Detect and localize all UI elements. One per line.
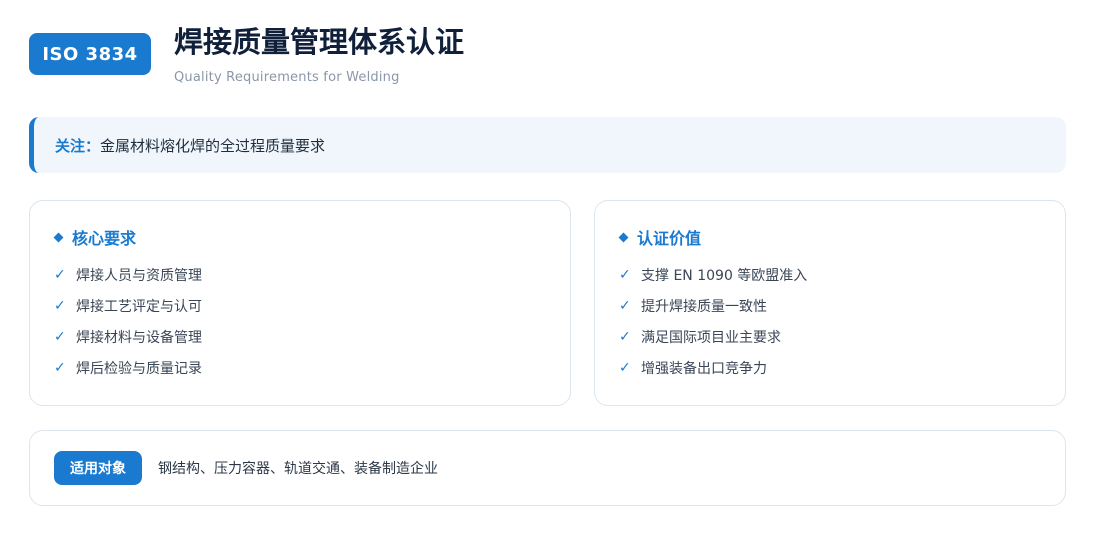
header: ISO 3834 焊接质量管理体系认证 Quality Requirements…	[29, 22, 1066, 102]
list-item: ✓ 焊接材料与设备管理	[54, 321, 570, 352]
list-item: ✓ 支撑 EN 1090 等欧盟准入	[619, 259, 1065, 290]
page-title: 焊接质量管理体系认证	[174, 25, 465, 59]
certification-value-card: 认证价值 ✓ 支撑 EN 1090 等欧盟准入 ✓ 提升焊接质量一致性 ✓ 满足…	[594, 200, 1066, 406]
list-item-text: 焊接人员与资质管理	[76, 267, 202, 284]
applicable-bar: 适用对象 钢结构、压力容器、轨道交通、装备制造企业	[29, 430, 1066, 506]
list-item-text: 支撑 EN 1090 等欧盟准入	[641, 267, 808, 284]
iso-badge: ISO 3834	[29, 33, 151, 75]
focus-label: 关注：	[55, 136, 101, 155]
check-icon: ✓	[54, 297, 66, 314]
focus-banner: 关注： 金属材料熔化焊的全过程质量要求	[29, 117, 1066, 173]
page: ISO 3834 焊接质量管理体系认证 Quality Requirements…	[0, 0, 1095, 534]
list-item-text: 增强装备出口竞争力	[641, 360, 767, 377]
diamond-icon	[53, 232, 64, 242]
check-icon: ✓	[619, 328, 631, 345]
check-icon: ✓	[54, 266, 66, 283]
applicable-text: 钢结构、压力容器、轨道交通、装备制造企业	[158, 461, 438, 477]
list-item-text: 满足国际项目业主要求	[641, 329, 781, 346]
certification-value-list: ✓ 支撑 EN 1090 等欧盟准入 ✓ 提升焊接质量一致性 ✓ 满足国际项目业…	[619, 259, 1065, 383]
diamond-icon	[618, 232, 629, 242]
core-requirements-list: ✓ 焊接人员与资质管理 ✓ 焊接工艺评定与认可 ✓ 焊接材料与设备管理 ✓ 焊后…	[54, 259, 570, 383]
applicable-badge: 适用对象	[54, 451, 142, 485]
list-item: ✓ 焊接工艺评定与认可	[54, 290, 570, 321]
certification-value-heading: 认证价值	[637, 229, 702, 248]
check-icon: ✓	[619, 359, 631, 376]
core-requirements-title: 核心要求	[53, 225, 570, 249]
title-block: 焊接质量管理体系认证 Quality Requirements for Weld…	[174, 22, 465, 86]
cards-row: 核心要求 ✓ 焊接人员与资质管理 ✓ 焊接工艺评定与认可 ✓ 焊接材料与设备管理…	[29, 200, 1066, 406]
list-item: ✓ 增强装备出口竞争力	[619, 352, 1065, 383]
page-subtitle: Quality Requirements for Welding	[174, 70, 400, 85]
list-item-text: 焊接材料与设备管理	[76, 329, 202, 346]
list-item-text: 提升焊接质量一致性	[641, 298, 767, 315]
list-item: ✓ 焊接人员与资质管理	[54, 259, 570, 290]
list-item: ✓ 满足国际项目业主要求	[619, 321, 1065, 352]
core-requirements-heading: 核心要求	[72, 229, 137, 248]
list-item-text: 焊后检验与质量记录	[76, 360, 202, 377]
check-icon: ✓	[54, 328, 66, 345]
check-icon: ✓	[619, 266, 631, 283]
list-item: ✓ 焊后检验与质量记录	[54, 352, 570, 383]
list-item-text: 焊接工艺评定与认可	[76, 298, 202, 315]
focus-text: 金属材料熔化焊的全过程质量要求	[100, 136, 326, 155]
list-item: ✓ 提升焊接质量一致性	[619, 290, 1065, 321]
core-requirements-card: 核心要求 ✓ 焊接人员与资质管理 ✓ 焊接工艺评定与认可 ✓ 焊接材料与设备管理…	[29, 200, 571, 406]
certification-value-title: 认证价值	[618, 225, 1065, 249]
check-icon: ✓	[54, 359, 66, 376]
check-icon: ✓	[619, 297, 631, 314]
